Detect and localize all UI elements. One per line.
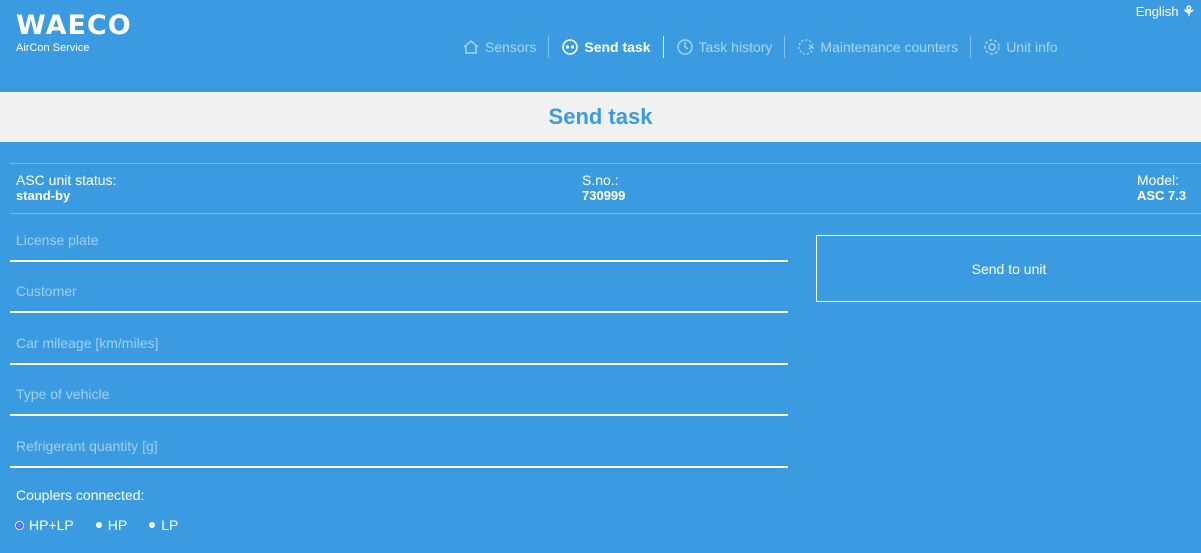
nav-task-history-label: Task history	[698, 39, 773, 55]
coupler-option-hp-lp[interactable]: HP+LP	[16, 517, 74, 533]
refrigerant-quantity-placeholder: Refrigerant quantity [g]	[16, 438, 158, 454]
radio-selected-icon	[16, 521, 23, 529]
house-icon	[462, 39, 480, 55]
top-bar: WAECO AirCon Service English ⚘ Sensors S…	[0, 0, 1201, 88]
send-to-unit-button[interactable]: Send to unit	[816, 235, 1201, 302]
couplers-radio-group: HP+LP HP LP	[16, 517, 178, 533]
asc-status-label: ASC unit status:	[16, 172, 117, 188]
coupler-option-label: HP	[107, 517, 128, 533]
coupler-option-hp[interactable]: HP	[95, 517, 128, 533]
customer-placeholder: Customer	[16, 283, 77, 299]
history-icon	[676, 38, 694, 56]
nav-divider	[970, 36, 972, 58]
serial-number-label: S.no.:	[582, 172, 619, 188]
refresh-icon	[797, 38, 815, 56]
nav-send-task[interactable]: Send task	[561, 38, 651, 56]
logo-wordmark: WAECO	[16, 10, 132, 41]
globe-icon: ⚘	[1182, 3, 1195, 19]
main-nav: Sensors Send task Task history Maintenan…	[462, 36, 1058, 58]
nav-sensors[interactable]: Sensors	[462, 39, 536, 55]
coupler-option-label: LP	[161, 517, 179, 533]
language-label: English	[1135, 4, 1179, 19]
car-mileage-placeholder: Car mileage [km/miles]	[16, 335, 159, 351]
license-plate-field[interactable]: License plate	[10, 222, 788, 262]
asc-status-value: stand-by	[16, 188, 71, 203]
model-value: ASC 7.3	[1137, 188, 1187, 203]
nav-unit-info[interactable]: Unit info	[983, 38, 1058, 56]
coupler-option-label: HP+LP	[29, 517, 74, 533]
customer-field[interactable]: Customer	[10, 273, 788, 313]
coupler-option-lp[interactable]: LP	[149, 517, 178, 533]
gear-icon	[983, 38, 1001, 56]
refrigerant-quantity-field[interactable]: Refrigerant quantity [g]	[10, 428, 788, 468]
nav-send-task-label: Send task	[584, 39, 651, 55]
nav-maintenance-counters-label: Maintenance counters	[820, 39, 959, 55]
vehicle-type-placeholder: Type of vehicle	[16, 386, 110, 402]
divider	[10, 163, 1201, 164]
serial-number: S.no.: 730999	[582, 172, 625, 204]
nav-task-history[interactable]: Task history	[676, 38, 773, 56]
car-mileage-field[interactable]: Car mileage [km/miles]	[10, 325, 788, 365]
nav-maintenance-counters[interactable]: Maintenance counters	[797, 38, 958, 56]
license-plate-placeholder: License plate	[16, 232, 99, 248]
language-selector[interactable]: English ⚘	[1136, 3, 1195, 20]
radio-icon	[149, 522, 156, 528]
nav-divider	[662, 36, 664, 58]
serial-number-value: 730999	[582, 188, 626, 203]
radio-icon	[95, 522, 102, 528]
couplers-label: Couplers connected:	[16, 487, 145, 503]
waeco-logo: WAECO AirCon Service	[16, 12, 132, 55]
model-info: Model: ASC 7.3	[1137, 172, 1186, 204]
vehicle-type-field[interactable]: Type of vehicle	[10, 376, 788, 416]
logo-subtitle: AirCon Service	[16, 42, 90, 54]
send-task-icon	[561, 38, 579, 56]
nav-divider	[548, 36, 550, 58]
page-title: Send task	[0, 92, 1201, 142]
nav-divider	[784, 36, 786, 58]
nav-unit-info-label: Unit info	[1006, 39, 1058, 55]
divider	[10, 213, 1201, 214]
asc-unit-status: ASC unit status: stand-by	[16, 172, 116, 204]
nav-sensors-label: Sensors	[485, 39, 537, 55]
model-label: Model:	[1137, 172, 1180, 188]
